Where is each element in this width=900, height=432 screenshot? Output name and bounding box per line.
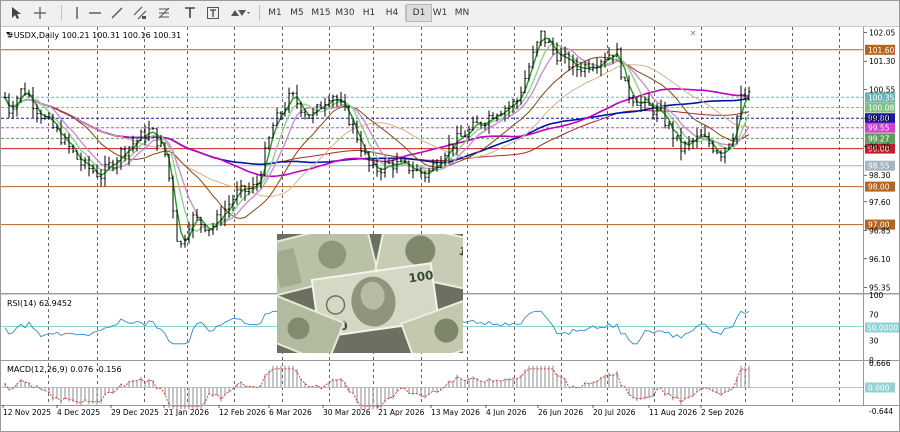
- crosshair-icon: [34, 7, 46, 19]
- arrows-dropdown-icon: [231, 10, 250, 16]
- dollar-bills-image: 10 100 100: [277, 234, 463, 353]
- price-tick-label: 102.05: [869, 29, 895, 38]
- macd-tick-label: -0.644: [869, 407, 893, 416]
- rsi-level-label: 50.0000: [867, 324, 898, 333]
- price-level-label: 101.60: [868, 46, 894, 55]
- arrow-cursor-icon: [12, 7, 21, 19]
- cursor-tool-button[interactable]: [7, 4, 25, 22]
- text-label-tool-button[interactable]: [205, 4, 221, 22]
- rsi-scale: 1007030050.0000: [865, 291, 899, 365]
- price-tick-label: 101.30: [869, 57, 895, 66]
- text-icon: [185, 7, 195, 18]
- macd-header: MACD(12,26,9) 0.076 -0.156: [7, 365, 122, 374]
- chart-window: M1 M5 M15 M30 H1 H4 D1 W1 MN #USDX,Daily…: [0, 0, 900, 432]
- date-tick-label: 4 Dec 2025: [57, 408, 100, 416]
- crosshair-tool-button[interactable]: [31, 4, 49, 22]
- macd-zero-label: 0.000: [868, 384, 890, 393]
- price-level-label: 98.00: [868, 183, 890, 192]
- date-tick-label: 21 Jan 2026: [164, 408, 209, 416]
- date-tick-label: 12 Feb 2026: [219, 408, 266, 416]
- price-tick-label: 96.10: [869, 255, 891, 264]
- trendline-tool-button[interactable]: [109, 4, 125, 22]
- trendline-icon: [111, 7, 123, 19]
- macd-scale: 0.6660.000-0.6440.000: [865, 359, 895, 416]
- date-tick-label: 21 Apr 2026: [378, 408, 425, 416]
- timeframe-m15[interactable]: M15: [308, 4, 334, 22]
- price-tick-label: 100.55: [869, 86, 895, 95]
- price-tick-label: 98.30: [869, 171, 891, 180]
- text-tool-button[interactable]: [181, 4, 199, 22]
- date-tick-label: 30 Mar 2026: [323, 408, 371, 416]
- price-level-label: 100.08: [868, 104, 894, 113]
- price-tick-label: 97.60: [869, 198, 891, 207]
- chart-area[interactable]: #USDX,Daily 100.21 100.31 100.16 100.31 …: [1, 27, 899, 416]
- price-level-label: 98.55: [868, 162, 890, 171]
- date-tick-label: 26 Jun 2026: [538, 408, 583, 416]
- vertical-line-icon: [76, 7, 78, 19]
- date-tick-label: 2 Sep 2026: [701, 408, 744, 416]
- macd-tick-label: 0.666: [869, 359, 891, 368]
- rsi-header: RSI(14) 62.9452: [7, 299, 72, 308]
- price-tick-label: 99.05: [869, 143, 891, 152]
- toolbar: M1 M5 M15 M30 H1 H4 D1 W1 MN: [1, 1, 899, 27]
- date-tick-label: 13 May 2026: [431, 408, 480, 416]
- horizontal-line-tool-button[interactable]: [87, 4, 103, 22]
- date-tick-label: 12 Nov 2025: [3, 408, 51, 416]
- date-tick-label: 29 Dec 2025: [111, 408, 159, 416]
- timeframe-m30[interactable]: M30: [332, 4, 358, 22]
- timeframe-h4[interactable]: H4: [379, 4, 405, 22]
- timeframe-mn[interactable]: MN: [449, 4, 475, 22]
- date-tick-label: 4 Jun 2026: [486, 408, 527, 416]
- channel-tool-button[interactable]: [131, 4, 149, 22]
- rsi-tick-label: 30: [869, 337, 879, 346]
- equidistant-channel-icon: [133, 6, 147, 20]
- vertical-line-tool-button[interactable]: [69, 4, 85, 22]
- text-label-icon: [207, 7, 219, 19]
- rsi-tick-label: 100: [869, 291, 884, 300]
- date-tick-label: 11 Aug 2026: [649, 408, 697, 416]
- date-tick-label: 20 Jul 2026: [593, 408, 636, 416]
- price-level-label: 99.55: [868, 124, 890, 133]
- fibonacci-icon: [158, 7, 170, 19]
- timeframe-m5[interactable]: M5: [284, 4, 310, 22]
- date-tick-label: 6 Mar 2026: [269, 408, 312, 416]
- rsi-tick-label: 70: [869, 311, 879, 320]
- horizontal-line-icon: [89, 12, 101, 14]
- fibonacci-tool-button[interactable]: [155, 4, 173, 22]
- price-tick-label: 96.85: [869, 226, 891, 235]
- price-tick-label: 99.80: [869, 114, 891, 123]
- chart-header: #USDX,Daily 100.21 100.31 100.16 100.31: [7, 31, 181, 40]
- arrows-tool-button[interactable]: [227, 4, 253, 22]
